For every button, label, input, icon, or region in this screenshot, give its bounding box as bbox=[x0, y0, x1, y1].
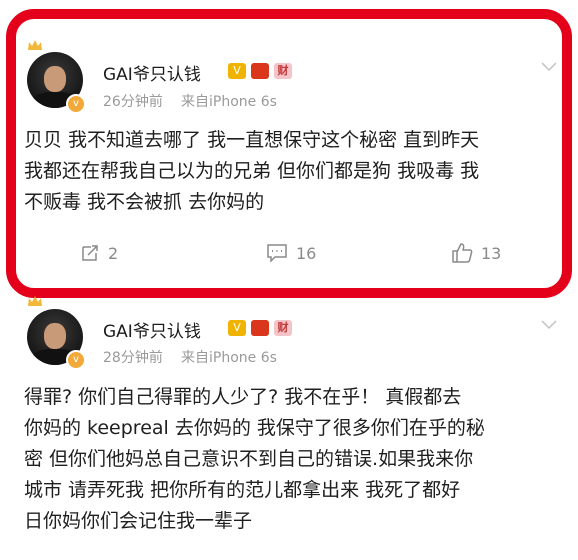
username[interactable]: GAI爷只认钱 bbox=[103, 60, 201, 85]
like-button[interactable]: 13 bbox=[451, 242, 501, 264]
weibo-post: v GAI爷只认钱 V 财 28分钟前 来自iPhone 6s 得罪? 你们自己… bbox=[0, 296, 578, 560]
thumbs-up-icon bbox=[452, 243, 473, 263]
verified-icon: v bbox=[66, 350, 86, 370]
like-count: 13 bbox=[481, 243, 502, 263]
post-time: 26分钟前 bbox=[103, 94, 163, 110]
red-envelope-icon bbox=[251, 63, 269, 79]
vip-icon: V bbox=[228, 63, 246, 79]
post-line: 日你妈你们会记住我一辈子 bbox=[24, 510, 253, 532]
verified-icon: v bbox=[66, 94, 86, 114]
repost-icon bbox=[82, 245, 98, 261]
post-text: 得罪? 你们自己得罪的人少了? 我不在乎！ 真假都去 你妈的 keepreal … bbox=[24, 382, 485, 537]
cai-badge: 财 bbox=[274, 63, 292, 79]
repost-button[interactable]: 2 bbox=[80, 243, 118, 263]
username[interactable]: GAI爷只认钱 bbox=[103, 317, 201, 342]
vip-icon: V bbox=[228, 320, 246, 336]
comment-button[interactable]: 16 bbox=[266, 243, 316, 263]
red-envelope-icon bbox=[251, 320, 269, 336]
post-time: 28分钟前 bbox=[103, 350, 163, 366]
post-line: 得罪? 你们自己得罪的人少了? 我不在乎！ 真假都去 bbox=[24, 386, 462, 408]
crown-icon bbox=[28, 40, 42, 50]
comment-icon bbox=[267, 244, 287, 263]
post-source: 来自iPhone 6s bbox=[181, 94, 277, 110]
cai-badge: 财 bbox=[274, 320, 292, 336]
crown-icon bbox=[28, 296, 42, 306]
post-line: 密 但你们他妈总自己意识不到自己的错误.如果我来你 bbox=[24, 448, 474, 470]
post-line: 你妈的 keepreal 去你妈的 我保守了很多你们在乎的秘 bbox=[24, 417, 485, 439]
post-line: 城市 请弄死我 把你所有的范儿都拿出来 我死了都好 bbox=[24, 479, 461, 501]
weibo-post: v GAI爷只认钱 V 财 26分钟前 来自iPhone 6s 贝贝 我不知道去… bbox=[0, 0, 578, 300]
post-line: 贝贝 我不知道去哪了 我一直想保守这个秘密 直到昨天 bbox=[24, 129, 480, 151]
post-line: 不贩毒 我不会被抓 去你妈的 bbox=[24, 191, 265, 213]
post-text: 贝贝 我不知道去哪了 我一直想保守这个秘密 直到昨天 我都还在帮我自己以为的兄弟… bbox=[24, 125, 479, 218]
post-line: 我都还在帮我自己以为的兄弟 但你们都是狗 我吸毒 我 bbox=[24, 160, 480, 182]
chevron-down-icon[interactable] bbox=[541, 62, 557, 72]
post-source: 来自iPhone 6s bbox=[181, 350, 277, 366]
comment-count: 16 bbox=[296, 243, 317, 263]
chevron-down-icon[interactable] bbox=[541, 320, 557, 330]
repost-count: 2 bbox=[108, 243, 119, 263]
